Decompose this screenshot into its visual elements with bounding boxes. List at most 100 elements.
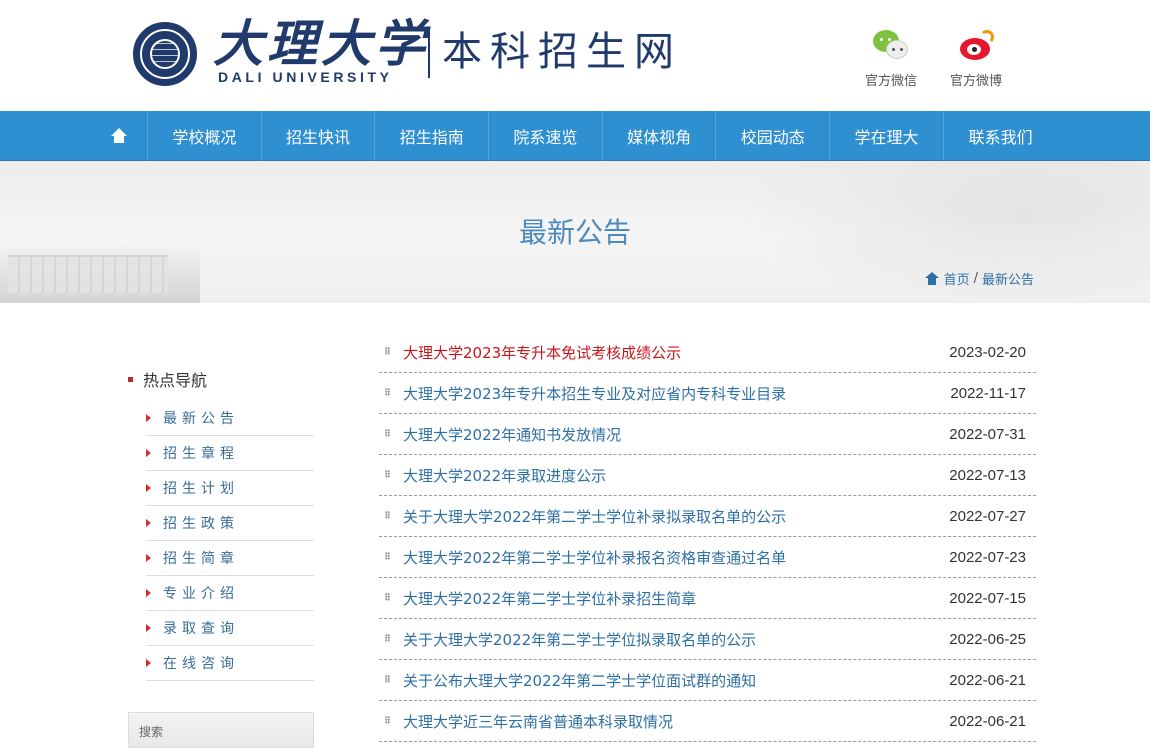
sidebar-item-admission-policy[interactable]: 招生政策: [146, 506, 314, 541]
nav-item-departments[interactable]: 院系速览: [489, 111, 603, 161]
breadcrumb: 首页 / 最新公告: [924, 269, 1034, 288]
list-item[interactable]: 大理大学2022年录取进度公示 2022-07-13: [379, 455, 1036, 496]
sidebar-item-admission-brochure[interactable]: 招生简章: [146, 541, 314, 576]
list-item[interactable]: 关于公布大理大学2022年第二学士学位面试群的通知 2022-06-21: [379, 660, 1036, 701]
sidebar-item-admission-charter[interactable]: 招生章程: [146, 436, 314, 471]
nav-item-campus-news[interactable]: 校园动态: [716, 111, 831, 161]
breadcrumb-current[interactable]: 最新公告: [982, 269, 1034, 288]
nav-home[interactable]: [90, 111, 148, 161]
caret-right-icon: [146, 414, 151, 422]
list-item[interactable]: 大理大学近三年云南省普通本科录取情况 2022-06-21: [379, 701, 1036, 742]
news-title[interactable]: 大理大学2022年录取进度公示: [403, 465, 606, 486]
news-title[interactable]: 关于大理大学2022年第二学士学位拟录取名单的公示: [403, 629, 756, 650]
nav-item-contact[interactable]: 联系我们: [944, 111, 1058, 161]
bullet-icon: [385, 634, 390, 642]
banner-building-decoration: [8, 255, 168, 293]
weibo-icon: [954, 28, 998, 64]
sidebar-item-latest-notices[interactable]: 最新公告: [146, 401, 314, 436]
sidebar-item-label: 专业介绍: [163, 586, 239, 602]
university-seal-logo[interactable]: [133, 22, 197, 86]
breadcrumb-home-icon: [924, 272, 939, 285]
news-title[interactable]: 大理大学2022年通知书发放情况: [403, 424, 621, 445]
search-input[interactable]: 搜索: [128, 712, 314, 748]
news-date: 2022-06-21: [949, 712, 1026, 730]
list-item[interactable]: 大理大学2023年专升本免试考核成绩公示 2023-02-20: [379, 332, 1036, 373]
breadcrumb-separator: /: [973, 271, 978, 286]
bullet-icon: [385, 552, 390, 560]
sidebar-item-label: 录取查询: [163, 621, 239, 637]
caret-right-icon: [146, 484, 151, 492]
news-date: 2022-07-27: [949, 507, 1026, 525]
nav-item-admission-guide[interactable]: 招生指南: [375, 111, 490, 161]
logo-chinese-name[interactable]: 大理大学: [213, 14, 429, 74]
sidebar-item-online-consult[interactable]: 在线咨询: [146, 646, 314, 681]
news-title[interactable]: 大理大学近三年云南省普通本科录取情况: [403, 711, 673, 732]
seal-globe-icon: [150, 39, 180, 69]
official-wechat-link[interactable]: 官方微信: [856, 28, 926, 89]
list-item[interactable]: 大理大学2022年第二学士学位补录报名资格审查通过名单 2022-07-23: [379, 537, 1036, 578]
sidebar-item-admission-plan[interactable]: 招生计划: [146, 471, 314, 506]
list-item[interactable]: 关于大理大学2022年第二学士学位拟录取名单的公示 2022-06-25: [379, 619, 1036, 660]
bullet-icon: [385, 675, 390, 683]
bullet-icon: [385, 593, 390, 601]
sidebar-title: 热点导航: [128, 367, 207, 391]
bullet-icon: [385, 429, 390, 437]
sidebar-item-label: 在线咨询: [163, 656, 239, 672]
news-list: 大理大学2023年专升本免试考核成绩公示 2023-02-20 大理大学2023年…: [379, 332, 1036, 742]
caret-right-icon: [146, 589, 151, 597]
nav-item-study-at-dali[interactable]: 学在理大: [830, 111, 944, 161]
news-title[interactable]: 关于大理大学2022年第二学士学位补录拟录取名单的公示: [403, 506, 786, 527]
sidebar-item-admission-query[interactable]: 录取查询: [146, 611, 314, 646]
logo-divider: [428, 28, 430, 78]
news-date: 2022-07-15: [949, 589, 1026, 607]
main-nav: 学校概况 招生快讯 招生指南 院系速览 媒体视角 校园动态 学在理大 联系我们: [0, 111, 1150, 161]
news-title[interactable]: 关于公布大理大学2022年第二学士学位面试群的通知: [403, 670, 756, 691]
caret-right-icon: [146, 554, 151, 562]
page-title: 最新公告: [518, 216, 631, 249]
logo-english-name: DALI UNIVERSITY: [218, 69, 393, 85]
nav-item-school-overview[interactable]: 学校概况: [148, 111, 262, 161]
sidebar-item-label: 招生计划: [163, 481, 239, 497]
page-banner: 最新公告 首页 / 最新公告: [0, 161, 1150, 303]
news-title[interactable]: 大理大学2023年专升本招生专业及对应省内专科专业目录: [403, 383, 786, 404]
home-icon: [110, 128, 128, 144]
site-name: 本科招生网: [442, 29, 682, 75]
bullet-icon: [385, 347, 390, 355]
wechat-icon: [869, 28, 913, 64]
nav-item-media[interactable]: 媒体视角: [603, 111, 717, 161]
weibo-label: 官方微博: [949, 74, 1002, 89]
news-date: 2022-07-13: [949, 466, 1026, 484]
bullet-icon: [385, 716, 390, 724]
sidebar-item-label: 招生简章: [163, 551, 239, 567]
wechat-label: 官方微信: [864, 74, 917, 89]
news-date: 2023-02-20: [949, 343, 1026, 361]
caret-right-icon: [146, 449, 151, 457]
news-title[interactable]: 大理大学2023年专升本免试考核成绩公示: [403, 342, 681, 363]
caret-right-icon: [146, 624, 151, 632]
sidebar-item-label: 招生章程: [163, 446, 239, 462]
news-date: 2022-07-23: [949, 548, 1026, 566]
list-item[interactable]: 大理大学2023年专升本招生专业及对应省内专科专业目录 2022-11-17: [379, 373, 1036, 414]
sidebar-title-text: 热点导航: [143, 371, 208, 390]
sidebar-title-bullet-icon: [128, 376, 133, 382]
bullet-icon: [385, 388, 390, 396]
site-header: 大理大学 DALI UNIVERSITY 本科招生网 官方微信 官方微博: [0, 0, 1150, 111]
news-title[interactable]: 大理大学2022年第二学士学位补录招生简章: [403, 588, 696, 609]
news-date: 2022-07-31: [949, 425, 1026, 443]
list-item[interactable]: 大理大学2022年第二学士学位补录招生简章 2022-07-15: [379, 578, 1036, 619]
sidebar-item-label: 最新公告: [163, 411, 239, 427]
news-date: 2022-11-17: [950, 384, 1026, 402]
list-item[interactable]: 大理大学2022年通知书发放情况 2022-07-31: [379, 414, 1036, 455]
sidebar-item-majors[interactable]: 专业介绍: [146, 576, 314, 611]
caret-right-icon: [146, 659, 151, 667]
list-item[interactable]: 关于大理大学2022年第二学士学位补录拟录取名单的公示 2022-07-27: [379, 496, 1036, 537]
nav-item-admission-news[interactable]: 招生快讯: [262, 111, 376, 161]
official-weibo-link[interactable]: 官方微博: [941, 28, 1011, 89]
news-date: 2022-06-25: [949, 630, 1026, 648]
breadcrumb-home-link[interactable]: 首页: [944, 269, 970, 288]
bullet-icon: [385, 470, 390, 478]
bullet-icon: [385, 511, 390, 519]
news-title[interactable]: 大理大学2022年第二学士学位补录报名资格审查通过名单: [403, 547, 786, 568]
sidebar-nav: 最新公告 招生章程 招生计划 招生政策 招生简章 专业介绍 录取查询 在线咨询: [146, 401, 314, 681]
caret-right-icon: [146, 519, 151, 527]
